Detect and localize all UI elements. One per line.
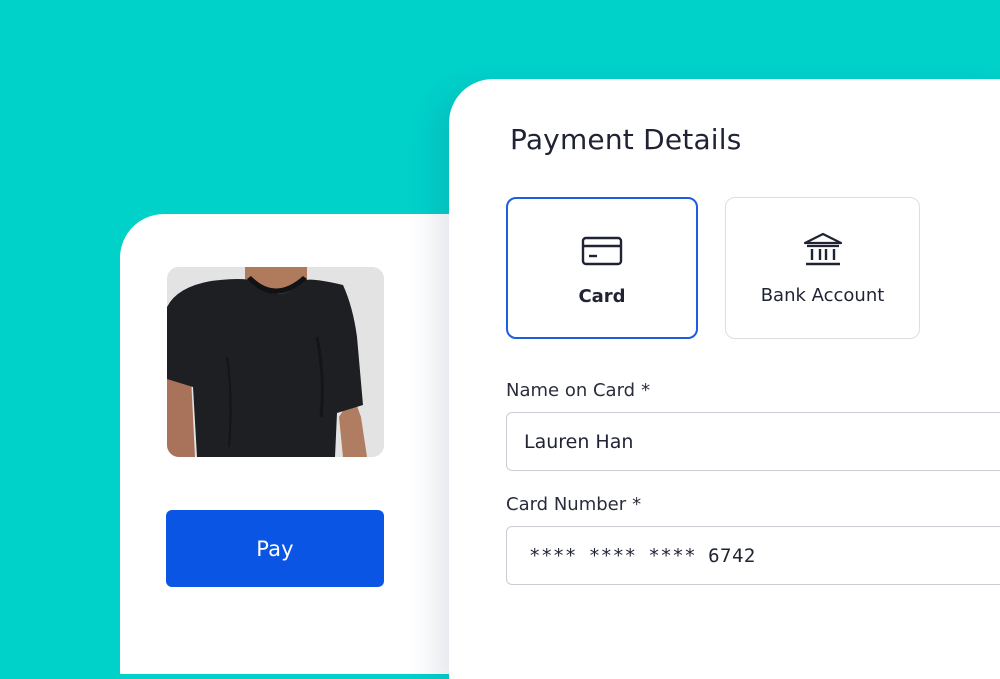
- card-number-input[interactable]: [506, 526, 1000, 585]
- name-on-card-label: Name on Card *: [506, 380, 650, 401]
- required-marker: *: [641, 380, 651, 401]
- payment-method-bank-label: Bank Account: [760, 285, 885, 306]
- card-number-label-text: Card Number: [506, 494, 627, 515]
- payment-method-card-label: Card: [578, 286, 626, 307]
- required-marker: *: [632, 494, 642, 515]
- tshirt-photo-icon: [167, 267, 384, 457]
- payment-panel: Payment Details Card Bank Account Name o…: [449, 79, 1000, 679]
- page-title: Payment Details: [510, 123, 742, 156]
- bank-icon: [803, 232, 842, 266]
- name-on-card-label-text: Name on Card: [506, 380, 636, 401]
- pay-button[interactable]: Pay: [166, 510, 384, 587]
- credit-card-icon: [581, 236, 623, 266]
- payment-method-bank-option[interactable]: Bank Account: [725, 197, 920, 339]
- name-on-card-input[interactable]: [506, 412, 1000, 471]
- payment-method-card-option[interactable]: Card: [506, 197, 698, 339]
- card-number-label: Card Number *: [506, 494, 641, 515]
- product-image: [167, 267, 384, 457]
